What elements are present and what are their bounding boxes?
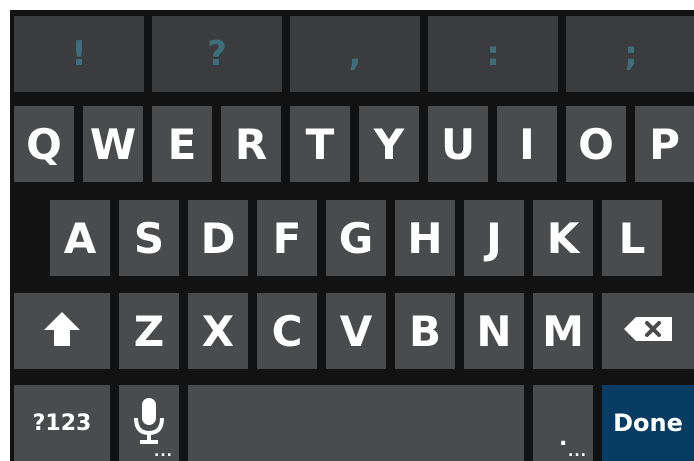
key-t[interactable]: T bbox=[290, 106, 350, 182]
key-r[interactable]: R bbox=[221, 106, 281, 182]
key-y[interactable]: Y bbox=[359, 106, 419, 182]
key-l[interactable]: L bbox=[602, 200, 662, 276]
key-question[interactable]: ? bbox=[152, 16, 282, 92]
done-button[interactable]: Done bbox=[602, 385, 694, 461]
key-u[interactable]: U bbox=[428, 106, 488, 182]
key-i[interactable]: I bbox=[497, 106, 557, 182]
key-d[interactable]: D bbox=[188, 200, 248, 276]
key-o[interactable]: O bbox=[566, 106, 626, 182]
microphone-more-indicator: ... bbox=[154, 444, 173, 460]
microphone-icon bbox=[132, 396, 166, 450]
key-e[interactable]: E bbox=[152, 106, 212, 182]
key-q[interactable]: Q bbox=[14, 106, 74, 182]
shift-icon bbox=[42, 309, 82, 353]
space-key[interactable] bbox=[188, 385, 524, 461]
key-a[interactable]: A bbox=[50, 200, 110, 276]
microphone-key[interactable]: ... bbox=[119, 385, 179, 461]
symbols-key[interactable]: ?123 bbox=[14, 385, 110, 461]
key-z[interactable]: Z bbox=[119, 293, 179, 369]
key-m[interactable]: M bbox=[533, 293, 593, 369]
key-n[interactable]: N bbox=[464, 293, 524, 369]
key-p[interactable]: P bbox=[635, 106, 694, 182]
key-c[interactable]: C bbox=[257, 293, 317, 369]
key-comma[interactable]: , bbox=[290, 16, 420, 92]
period-key[interactable]: . ... bbox=[533, 385, 593, 461]
key-k[interactable]: K bbox=[533, 200, 593, 276]
key-g[interactable]: G bbox=[326, 200, 386, 276]
backspace-key[interactable] bbox=[602, 293, 694, 369]
key-x[interactable]: X bbox=[188, 293, 248, 369]
key-exclamation[interactable]: ! bbox=[14, 16, 144, 92]
key-v[interactable]: V bbox=[326, 293, 386, 369]
backspace-icon bbox=[623, 316, 673, 346]
key-s[interactable]: S bbox=[119, 200, 179, 276]
key-w[interactable]: W bbox=[83, 106, 143, 182]
period-more-indicator: ... bbox=[568, 444, 587, 460]
key-b[interactable]: B bbox=[395, 293, 455, 369]
period-label: . bbox=[559, 426, 568, 451]
key-f[interactable]: F bbox=[257, 200, 317, 276]
key-h[interactable]: H bbox=[395, 200, 455, 276]
key-semicolon[interactable]: ; bbox=[566, 16, 694, 92]
key-colon[interactable]: : bbox=[428, 16, 558, 92]
key-j[interactable]: J bbox=[464, 200, 524, 276]
keyboard: ! ? , : ; Q W E R T Y U I O P A S D F G … bbox=[10, 10, 694, 461]
shift-key[interactable] bbox=[14, 293, 110, 369]
